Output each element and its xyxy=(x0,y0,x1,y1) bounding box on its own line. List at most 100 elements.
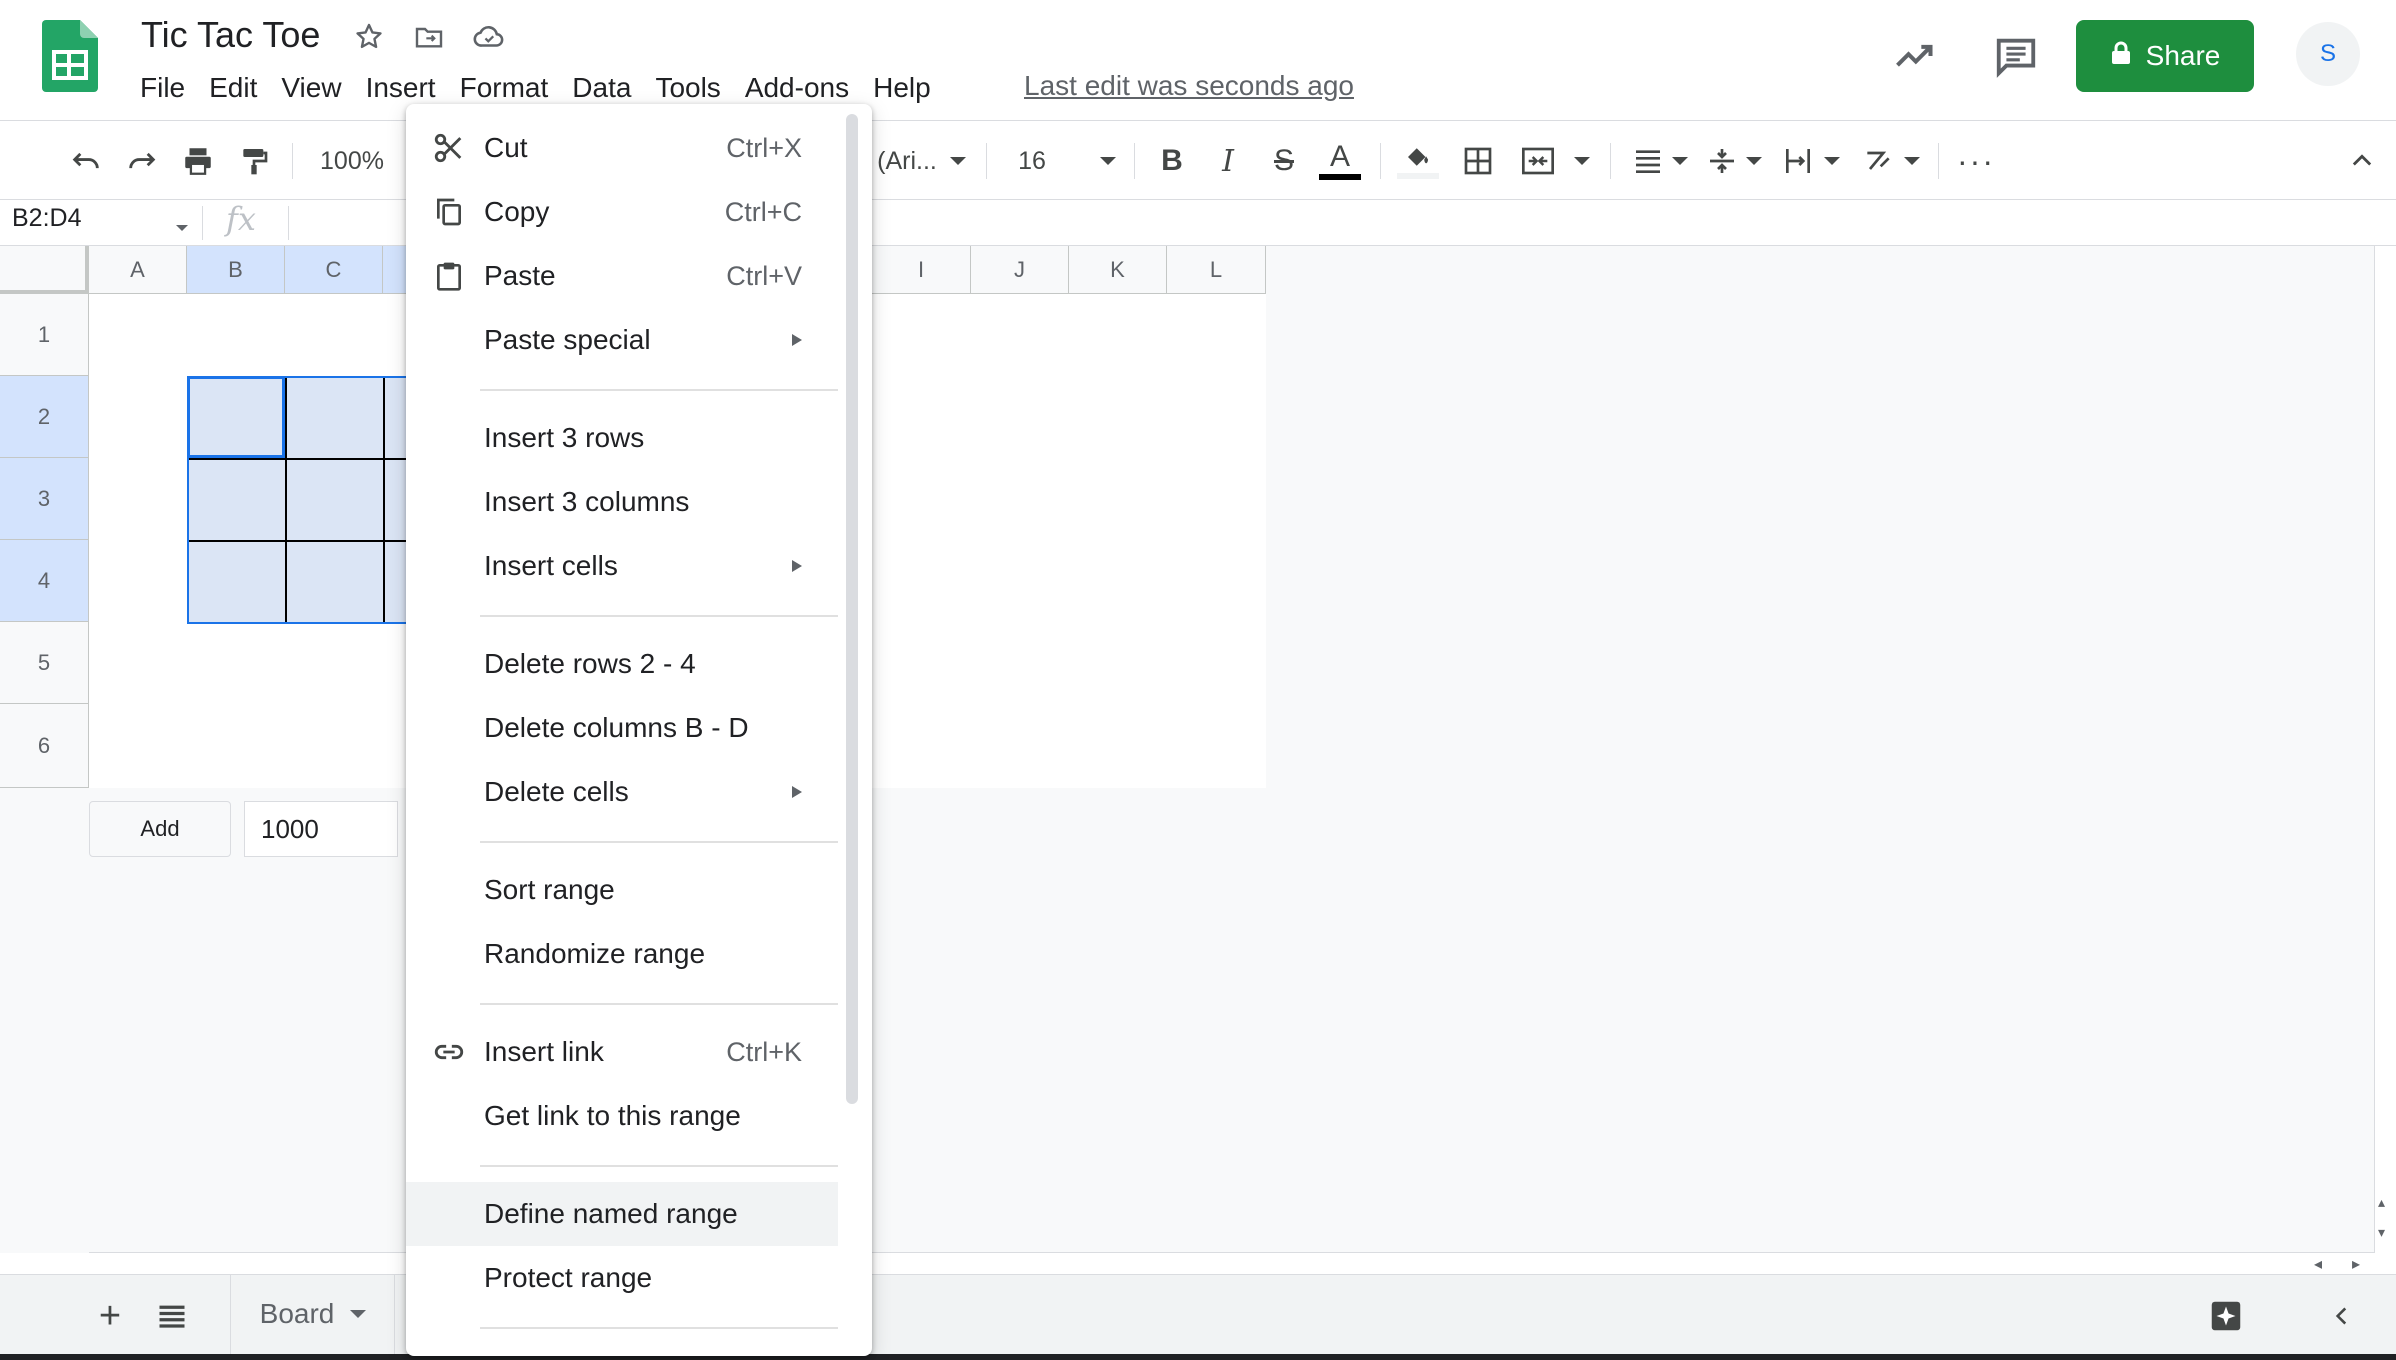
menu-format[interactable]: Format xyxy=(448,68,561,108)
board-cell-c3[interactable] xyxy=(285,458,385,542)
cloud-status-icon[interactable] xyxy=(470,18,508,56)
menu-tools[interactable]: Tools xyxy=(643,68,732,108)
menu-item-insert-link[interactable]: Insert link Ctrl+K xyxy=(406,1020,838,1084)
star-icon[interactable] xyxy=(350,18,388,56)
row-header-1[interactable]: 1 xyxy=(0,294,89,376)
sheet-tab-board[interactable]: Board xyxy=(232,1274,394,1354)
menu-item-paste[interactable]: Paste Ctrl+V xyxy=(406,244,838,308)
font-size-select[interactable]: 16 xyxy=(1012,121,1052,201)
row-header-3[interactable]: 3 xyxy=(0,458,89,540)
font-size-caret-icon[interactable] xyxy=(1096,121,1120,201)
menu-edit[interactable]: Edit xyxy=(197,68,269,108)
name-box[interactable]: B2:D4 xyxy=(12,204,81,233)
menu-file[interactable]: File xyxy=(128,68,197,108)
menu-item-delete-cells[interactable]: Delete cells xyxy=(406,760,838,824)
comments-icon[interactable] xyxy=(1990,30,2042,82)
menu-divider xyxy=(480,1003,838,1005)
menu-item-delete-rows[interactable]: Delete rows 2 - 4 xyxy=(406,632,838,696)
column-header-l[interactable]: L xyxy=(1167,246,1266,294)
move-folder-icon[interactable] xyxy=(410,18,448,56)
column-header-b[interactable]: B xyxy=(187,246,285,294)
text-rotation-icon[interactable] xyxy=(1856,121,1900,201)
menu-item-insert-rows[interactable]: Insert 3 rows xyxy=(406,406,838,470)
vertical-scrollbar[interactable] xyxy=(2374,246,2396,1253)
all-sheets-icon[interactable] xyxy=(152,1296,192,1336)
menu-item-insert-cells[interactable]: Insert cells xyxy=(406,534,838,598)
font-caret-icon[interactable] xyxy=(946,121,970,201)
board-cell-b4[interactable] xyxy=(187,540,287,624)
last-edit-link[interactable]: Last edit was seconds ago xyxy=(1024,70,1354,102)
add-rows-input[interactable]: 1000 xyxy=(244,801,398,857)
menu-view[interactable]: View xyxy=(269,68,353,108)
collapse-chevron-icon[interactable] xyxy=(2342,121,2382,201)
column-header-a[interactable]: A xyxy=(89,246,187,294)
zoom-select[interactable]: 100% xyxy=(312,121,392,201)
wrap-caret-icon[interactable] xyxy=(1820,121,1844,201)
menu-item-randomize-range[interactable]: Randomize range xyxy=(406,922,838,986)
menu-item-define-named-range[interactable]: Define named range xyxy=(406,1182,838,1246)
clipboard-icon xyxy=(432,259,466,293)
redo-icon[interactable] xyxy=(120,121,164,201)
strikethrough-icon[interactable]: S xyxy=(1262,121,1306,201)
board-cell-b3[interactable] xyxy=(187,458,287,542)
rotation-caret-icon[interactable] xyxy=(1900,121,1924,201)
add-rows-button[interactable]: Add xyxy=(89,801,231,857)
valign-caret-icon[interactable] xyxy=(1742,121,1766,201)
menu-item-paste-special[interactable]: Paste special xyxy=(406,308,838,372)
sheet-tab-caret-icon[interactable] xyxy=(350,1310,367,1318)
more-options-icon[interactable]: ··· xyxy=(1954,121,1998,201)
undo-icon[interactable] xyxy=(64,121,108,201)
row-header-2[interactable]: 2 xyxy=(0,376,89,458)
font-select[interactable]: (Ari... xyxy=(872,121,942,201)
menu-item-cut[interactable]: Cut Ctrl+X xyxy=(406,116,838,180)
menu-item-insert-columns[interactable]: Insert 3 columns xyxy=(406,470,838,534)
text-wrapping-icon[interactable] xyxy=(1776,121,1820,201)
share-button[interactable]: Share xyxy=(2076,20,2254,92)
fill-color-icon[interactable] xyxy=(1394,121,1442,201)
board-cell-c2[interactable] xyxy=(285,376,385,460)
vertical-align-icon[interactable] xyxy=(1700,121,1744,201)
column-header-j[interactable]: J xyxy=(971,246,1069,294)
add-sheet-icon[interactable]: + xyxy=(90,1295,130,1337)
row-header-6[interactable]: 6 xyxy=(0,704,89,788)
scroll-left-icon[interactable]: ◂ xyxy=(2314,1254,2322,1274)
side-panel-chevron-icon[interactable] xyxy=(2322,1296,2362,1336)
scroll-right-icon[interactable]: ▸ xyxy=(2352,1254,2360,1274)
menu-insert[interactable]: Insert xyxy=(354,68,448,108)
menu-help[interactable]: Help xyxy=(861,68,943,108)
menu-item-protect-range[interactable]: Protect range xyxy=(406,1246,838,1310)
merge-cells-icon[interactable] xyxy=(1516,121,1560,201)
paint-format-icon[interactable] xyxy=(232,121,276,201)
row-header-4[interactable]: 4 xyxy=(0,540,89,622)
row-header-5[interactable]: 5 xyxy=(0,622,89,704)
menu-divider xyxy=(480,389,838,391)
column-header-c[interactable]: C xyxy=(285,246,383,294)
select-all-corner[interactable] xyxy=(0,246,89,294)
context-menu-scrollbar[interactable] xyxy=(846,114,858,1104)
explore-icon[interactable] xyxy=(2206,1296,2246,1336)
menu-item-copy[interactable]: Copy Ctrl+C xyxy=(406,180,838,244)
name-box-caret-icon[interactable] xyxy=(176,218,188,236)
column-header-i[interactable]: I xyxy=(872,246,971,294)
merge-caret-icon[interactable] xyxy=(1570,121,1594,201)
column-header-k[interactable]: K xyxy=(1069,246,1167,294)
sheets-logo-icon[interactable] xyxy=(42,20,98,92)
bold-icon[interactable]: B xyxy=(1150,121,1194,201)
document-title[interactable]: Tic Tac Toe xyxy=(141,14,320,56)
scroll-down-icon[interactable]: ▾ xyxy=(2378,1224,2385,1241)
board-cell-c4[interactable] xyxy=(285,540,385,624)
borders-icon[interactable] xyxy=(1456,121,1500,201)
activity-trend-icon[interactable] xyxy=(1888,30,1940,82)
scroll-up-icon[interactable]: ▴ xyxy=(2378,1194,2385,1211)
align-caret-icon[interactable] xyxy=(1668,121,1692,201)
italic-icon[interactable]: I xyxy=(1206,121,1250,201)
menu-add-ons[interactable]: Add-ons xyxy=(733,68,861,108)
avatar[interactable]: S xyxy=(2296,22,2360,86)
menu-item-delete-columns[interactable]: Delete columns B - D xyxy=(406,696,838,760)
print-icon[interactable] xyxy=(176,121,220,201)
menu-item-get-link[interactable]: Get link to this range xyxy=(406,1084,838,1148)
menu-item-sort-range[interactable]: Sort range xyxy=(406,858,838,922)
menu-data[interactable]: Data xyxy=(560,68,643,108)
text-color-icon[interactable]: A xyxy=(1316,121,1364,201)
horizontal-align-icon[interactable] xyxy=(1626,121,1670,201)
